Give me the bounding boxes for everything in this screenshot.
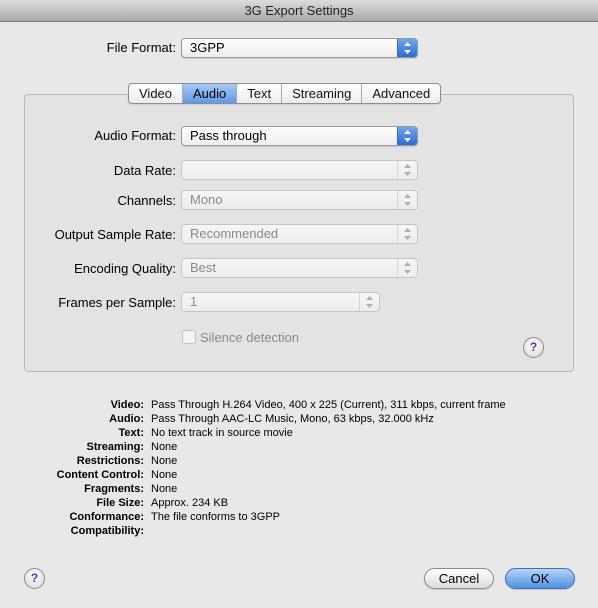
frames-per-sample-popup[interactable]: 1	[181, 292, 380, 312]
summary-key: Streaming:	[86, 441, 144, 453]
encoding-quality-popup[interactable]: Best	[181, 258, 418, 278]
popup-arrows-icon	[397, 39, 417, 57]
channels-value: Mono	[190, 192, 223, 207]
cancel-button[interactable]: Cancel	[424, 568, 494, 589]
window-title: 3G Export Settings	[244, 3, 354, 18]
summary-key: Video:	[110, 399, 144, 411]
silence-detection-label: Silence detection	[200, 330, 300, 345]
summary-value: The file conforms to 3GPP	[151, 511, 280, 523]
frames-per-sample-label: Frames per Sample:	[58, 295, 176, 310]
summary-value: None	[151, 455, 178, 467]
channels-label: Channels:	[117, 193, 176, 208]
channels-popup[interactable]: Mono	[181, 190, 418, 210]
encoding-quality-label: Encoding Quality:	[74, 261, 176, 276]
summary-key: Text:	[118, 427, 144, 439]
summary-key: Conformance:	[69, 511, 144, 523]
tab-streaming[interactable]: Streaming	[282, 84, 363, 103]
popup-arrows-icon	[397, 127, 417, 145]
audio-format-value: Pass through	[190, 128, 267, 143]
summary-value: None	[151, 483, 178, 495]
encoding-quality-value: Best	[190, 260, 217, 275]
tab-text[interactable]: Text	[237, 84, 283, 103]
popup-arrows-icon	[397, 225, 417, 243]
summary-key: File Size:	[96, 497, 144, 509]
window-titlebar: 3G Export Settings	[0, 0, 598, 22]
summary-value: No text track in source movie	[151, 427, 293, 439]
tab-bar: Video Audio Text Streaming Advanced	[128, 83, 442, 104]
popup-arrows-icon	[397, 259, 417, 277]
summary-value: Pass Through H.264 Video, 400 x 225 (Cur…	[151, 399, 506, 411]
frames-per-sample-value: 1	[190, 294, 198, 309]
tab-advanced[interactable]: Advanced	[362, 84, 440, 103]
summary-key: Compatibility:	[70, 525, 144, 537]
ok-button[interactable]: OK	[505, 568, 575, 589]
output-sample-rate-popup[interactable]: Recommended	[181, 224, 418, 244]
tab-audio[interactable]: Audio	[183, 84, 238, 103]
silence-detection-checkbox[interactable]	[182, 330, 196, 344]
dialog-help-button[interactable]: ?	[24, 568, 45, 589]
summary-key: Audio:	[109, 413, 144, 425]
file-format-popup[interactable]: 3GPP	[181, 38, 418, 58]
summary-value: Approx. 234 KB	[151, 497, 229, 509]
summary-value: None	[151, 441, 178, 453]
summary-key: Fragments:	[84, 483, 144, 495]
popup-arrows-icon	[397, 191, 417, 209]
output-sample-rate-label: Output Sample Rate:	[54, 227, 176, 242]
output-sample-rate-value: Recommended	[190, 226, 279, 241]
popup-arrows-icon	[397, 161, 417, 179]
export-summary: Video: Pass Through H.264 Video, 400 x 2…	[0, 398, 598, 543]
audio-format-label: Audio Format:	[94, 128, 176, 143]
summary-value: Pass Through AAC-LC Music, Mono, 63 kbps…	[151, 413, 434, 425]
audio-format-popup[interactable]: Pass through	[181, 126, 418, 146]
tab-video[interactable]: Video	[129, 84, 184, 103]
summary-key: Content Control:	[56, 469, 144, 481]
file-format-label: File Format:	[106, 40, 176, 55]
data-rate-label: Data Rate:	[113, 163, 176, 178]
summary-value: None	[151, 469, 178, 481]
file-format-value: 3GPP	[190, 40, 225, 55]
panel-help-button[interactable]: ?	[523, 337, 544, 358]
popup-arrows-icon	[359, 293, 379, 311]
data-rate-popup[interactable]	[181, 160, 418, 180]
summary-key: Restrictions:	[76, 455, 144, 467]
